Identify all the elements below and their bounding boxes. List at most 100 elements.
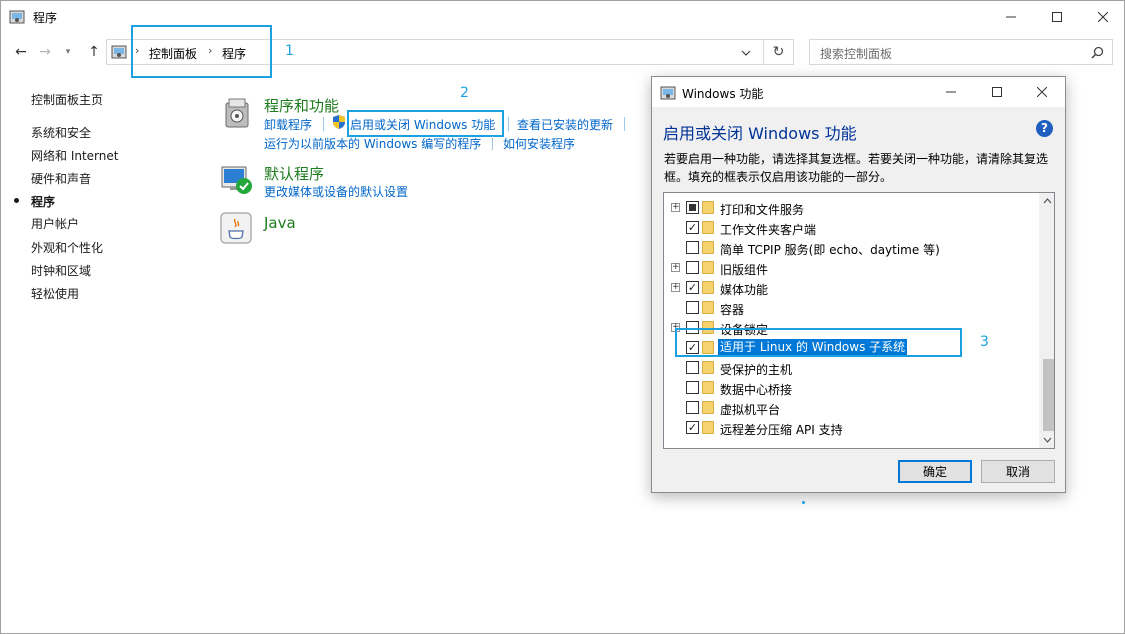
maximize-button[interactable] — [1034, 1, 1080, 32]
feature-checkbox[interactable] — [686, 381, 699, 394]
feature-row[interactable]: + ✓ 媒体功能 — [664, 278, 1036, 298]
feature-label[interactable]: 受保护的主机 — [720, 361, 792, 378]
search-box[interactable]: 搜索控制面板 — [809, 39, 1113, 65]
expand-icon[interactable]: + — [671, 283, 680, 292]
feature-label[interactable]: 旧版组件 — [720, 261, 768, 278]
close-button[interactable] — [1080, 1, 1125, 32]
java-title[interactable]: Java — [264, 214, 296, 232]
feature-checkbox[interactable]: ✓ — [686, 281, 699, 294]
link-separator — [624, 117, 625, 131]
change-default-settings-link[interactable]: 更改媒体或设备的默认设置 — [264, 183, 408, 200]
chevron-down-icon: ▾ — [65, 47, 71, 57]
minimize-icon — [1006, 16, 1016, 17]
annotation-number: 1 — [285, 43, 294, 59]
nav-programs[interactable]: 程序 — [31, 193, 55, 210]
feature-row[interactable]: 受保护的主机 — [664, 358, 1036, 378]
control-panel-icon — [111, 45, 127, 59]
java-icon — [220, 212, 252, 244]
minimize-icon — [946, 91, 956, 93]
feature-row[interactable]: ✓ 远程差分压缩 API 支持 — [664, 418, 1036, 438]
how-to-install-link[interactable]: 如何安装程序 — [503, 135, 575, 152]
decorative-dot — [802, 501, 805, 504]
search-input[interactable]: 搜索控制面板 — [820, 45, 892, 62]
dialog-heading: 启用或关闭 Windows 功能 — [663, 124, 857, 143]
feature-checkbox[interactable] — [686, 301, 699, 314]
cancel-button[interactable]: 取消 — [981, 460, 1055, 483]
arrow-up-icon: ↑ — [88, 44, 100, 60]
feature-checkbox[interactable] — [686, 401, 699, 414]
nav-user-accounts[interactable]: 用户帐户 — [31, 215, 79, 232]
scroll-up-icon[interactable] — [1043, 198, 1052, 204]
arrow-left-icon: ← — [15, 44, 27, 60]
annotation-box-features-link — [347, 110, 504, 137]
view-installed-updates-link[interactable]: 查看已安装的更新 — [517, 116, 613, 133]
nav-clock-region[interactable]: 时钟和区域 — [31, 262, 91, 279]
feature-label[interactable]: 数据中心桥接 — [720, 381, 792, 398]
folder-icon — [702, 401, 714, 414]
feature-row[interactable]: 虚拟机平台 — [664, 398, 1036, 418]
forward-button[interactable]: → — [34, 41, 56, 63]
maximize-icon — [1052, 11, 1062, 22]
arrow-right-icon: → — [39, 44, 51, 60]
feature-row[interactable]: + 打印和文件服务 — [664, 198, 1036, 218]
chevron-down-icon — [741, 50, 751, 56]
maximize-icon — [992, 87, 1002, 97]
feature-label[interactable]: 虚拟机平台 — [720, 401, 780, 418]
dialog-minimize-button[interactable] — [928, 77, 974, 107]
dialog-close-button[interactable] — [1019, 77, 1065, 107]
uninstall-program-link[interactable]: 卸载程序 — [264, 116, 312, 133]
dialog-maximize-button[interactable] — [974, 77, 1020, 107]
refresh-button[interactable]: ↻ — [764, 39, 794, 65]
back-button[interactable]: ← — [10, 41, 32, 63]
expand-icon[interactable]: + — [671, 203, 680, 212]
feature-checkbox[interactable] — [686, 241, 699, 254]
feature-row[interactable]: 简单 TCPIP 服务(即 echo、daytime 等) — [664, 238, 1036, 258]
default-programs-title[interactable]: 默认程序 — [264, 163, 324, 184]
nav-ease-of-access[interactable]: 轻松使用 — [31, 285, 79, 302]
default-programs-icon — [221, 166, 252, 194]
folder-icon — [702, 241, 714, 254]
expand-icon[interactable]: + — [671, 263, 680, 272]
search-icon — [1091, 46, 1104, 59]
dialog-title: Windows 功能 — [682, 87, 764, 101]
nav-network-internet[interactable]: 网络和 Internet — [31, 147, 118, 164]
scroll-down-icon[interactable] — [1043, 437, 1052, 443]
feature-label[interactable]: 工作文件夹客户端 — [720, 221, 816, 238]
feature-label[interactable]: 远程差分压缩 API 支持 — [720, 421, 843, 438]
nav-system-security[interactable]: 系统和安全 — [31, 124, 91, 141]
nav-hardware-sound[interactable]: 硬件和声音 — [31, 170, 91, 187]
feature-label[interactable]: 简单 TCPIP 服务(即 echo、daytime 等) — [720, 241, 940, 258]
window-title: 程序 — [33, 11, 58, 25]
minimize-button[interactable] — [988, 1, 1034, 32]
annotation-number: 3 — [980, 334, 989, 350]
recent-locations-button[interactable]: ▾ — [57, 41, 79, 63]
feature-row[interactable]: + 旧版组件 — [664, 258, 1036, 278]
dialog-description: 若要启用一种功能，请选择其复选框。若要关闭一种功能，请清除其复选框。填充的框表示… — [664, 152, 1049, 184]
scrollbar-thumb[interactable] — [1043, 359, 1054, 431]
feature-label[interactable]: 打印和文件服务 — [720, 201, 804, 218]
run-older-programs-link[interactable]: 运行为以前版本的 Windows 编写的程序 — [264, 135, 481, 152]
feature-checkbox[interactable] — [686, 261, 699, 274]
folder-icon — [702, 361, 714, 374]
close-icon — [1037, 87, 1047, 97]
features-tree[interactable]: + 打印和文件服务 ✓ 工作文件夹客户端简单 TCPIP 服务(即 echo、dayt… — [663, 192, 1055, 449]
help-icon[interactable]: ? — [1036, 120, 1053, 137]
up-button[interactable]: ↑ — [83, 41, 105, 63]
control-panel-window: 程序 ← → ▾ ↑ › 控制面板 › 程序 ↻ 搜索控制面板 1 控制面板主页… — [0, 0, 1125, 634]
feature-checkbox[interactable]: ✓ — [686, 221, 699, 234]
link-separator — [323, 117, 324, 131]
nav-appearance[interactable]: 外观和个性化 — [31, 239, 103, 256]
feature-row[interactable]: 数据中心桥接 — [664, 378, 1036, 398]
feature-label[interactable]: 媒体功能 — [720, 281, 768, 298]
feature-row[interactable]: 容器 — [664, 298, 1036, 318]
feature-checkbox[interactable] — [686, 201, 699, 214]
nav-control-panel-home[interactable]: 控制面板主页 — [31, 91, 103, 108]
annotation-box-wsl-row — [675, 328, 962, 357]
feature-label[interactable]: 容器 — [720, 301, 744, 318]
ok-button[interactable]: 确定 — [898, 460, 972, 483]
dialog-title-bar: Windows 功能 — [652, 77, 1065, 107]
feature-row[interactable]: ✓ 工作文件夹客户端 — [664, 218, 1036, 238]
feature-checkbox[interactable]: ✓ — [686, 421, 699, 434]
feature-checkbox[interactable] — [686, 361, 699, 374]
programs-features-title[interactable]: 程序和功能 — [264, 95, 339, 116]
